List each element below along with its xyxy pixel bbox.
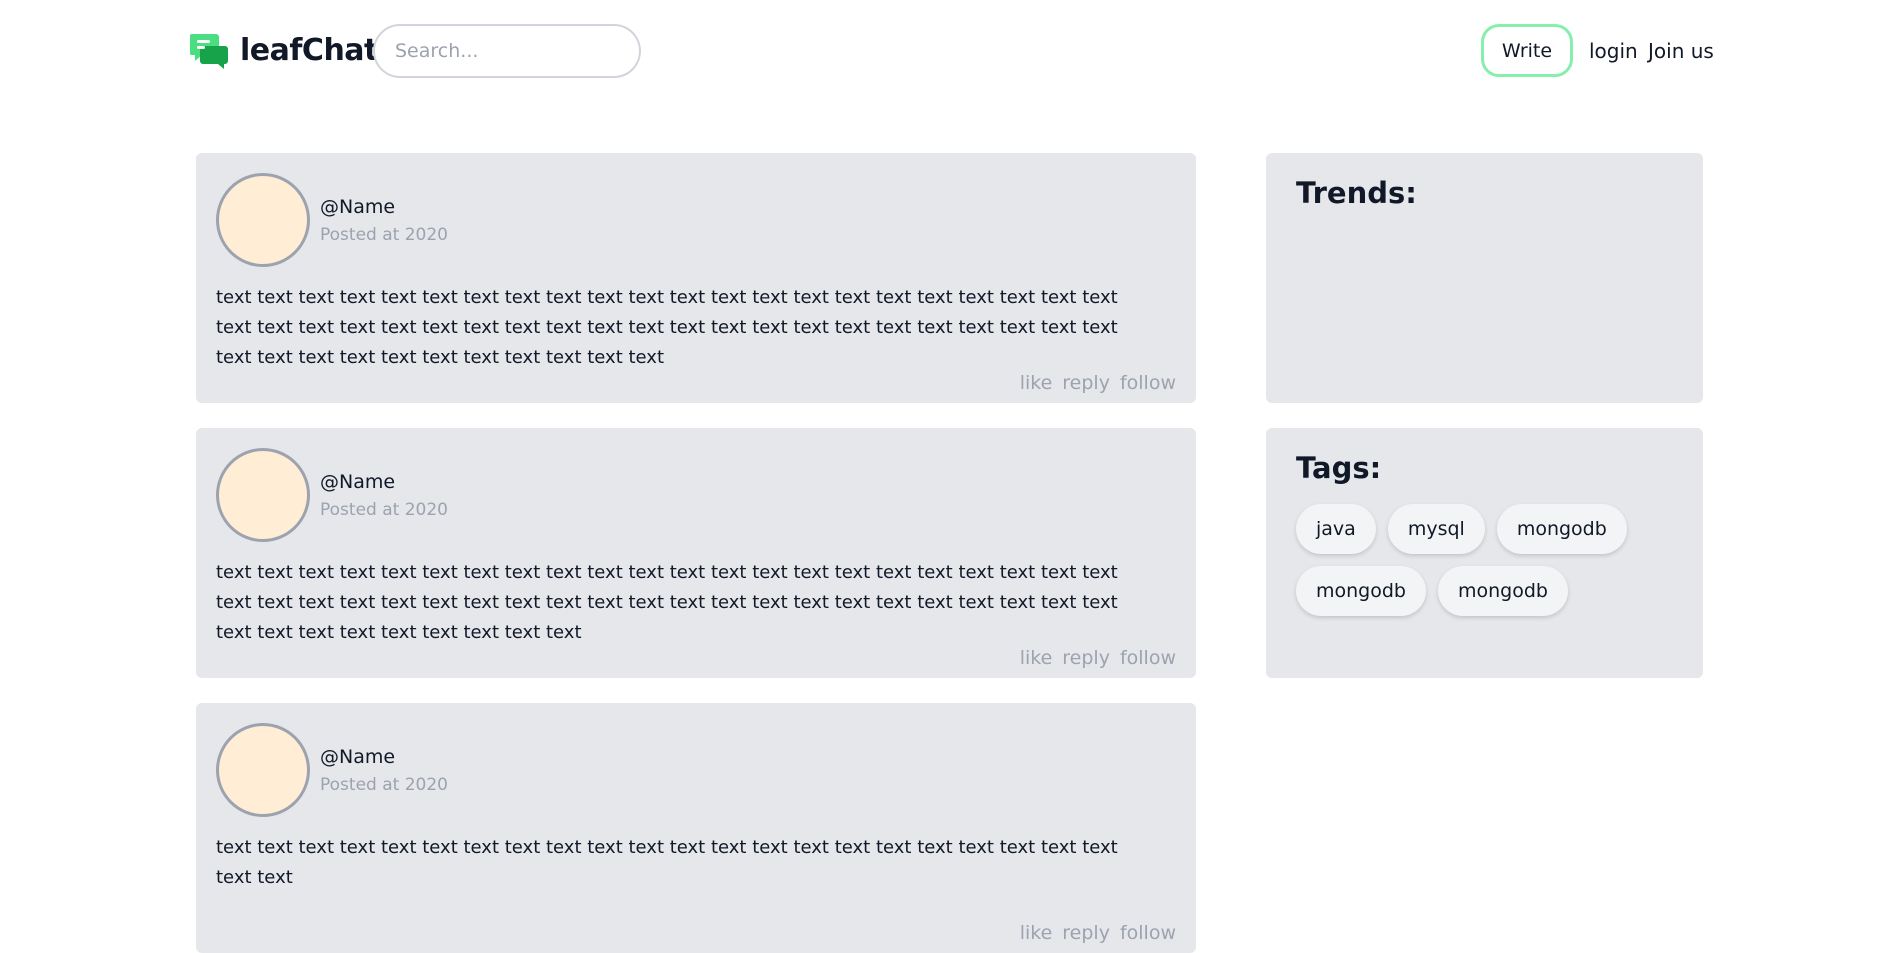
post-body: text text text text text text text text … — [216, 562, 1118, 643]
brand-name[interactable]: leafChat — [240, 31, 378, 71]
chat-bubbles-icon[interactable] — [189, 32, 230, 70]
reply-button[interactable]: reply — [1062, 646, 1110, 670]
post-card: @Name Posted at 2020 text text text text… — [196, 428, 1196, 678]
tag-chip[interactable]: mongodb — [1496, 504, 1627, 554]
write-button[interactable]: Write — [1481, 24, 1573, 77]
login-link[interactable]: login — [1589, 38, 1638, 64]
tag-chip[interactable]: mongodb — [1296, 566, 1426, 616]
post-timestamp: Posted at 2020 — [320, 500, 448, 520]
post-author[interactable]: @Name — [320, 470, 395, 494]
follow-button[interactable]: follow — [1120, 371, 1176, 395]
search-input[interactable] — [373, 24, 641, 78]
like-button[interactable]: like — [1020, 921, 1053, 945]
post-card: @Name Posted at 2020 text text text text… — [196, 153, 1196, 403]
follow-button[interactable]: follow — [1120, 646, 1176, 670]
post-author[interactable]: @Name — [320, 195, 395, 219]
reply-button[interactable]: reply — [1062, 921, 1110, 945]
like-button[interactable]: like — [1020, 371, 1053, 395]
trends-card: Trends: — [1266, 153, 1703, 403]
post-actions: like reply follow — [1020, 646, 1176, 670]
post-body: text text text text text text text text … — [216, 287, 1118, 368]
post-card: @Name Posted at 2020 text text text text… — [196, 703, 1196, 953]
tag-chip[interactable]: mysql — [1387, 504, 1485, 554]
follow-button[interactable]: follow — [1120, 921, 1176, 945]
join-us-link[interactable]: Join us — [1648, 38, 1714, 64]
avatar[interactable] — [216, 723, 310, 817]
avatar[interactable] — [216, 173, 310, 267]
tag-chip[interactable]: mongodb — [1437, 566, 1568, 616]
reply-button[interactable]: reply — [1062, 371, 1110, 395]
tags-card: Tags: java mysql mongodb mongodb mongodb — [1266, 428, 1703, 678]
post-body: text text text text text text text text … — [216, 837, 1118, 888]
post-actions: like reply follow — [1020, 371, 1176, 395]
post-author[interactable]: @Name — [320, 745, 395, 769]
avatar[interactable] — [216, 448, 310, 542]
tag-list: java mysql mongodb mongodb mongodb — [1296, 504, 1686, 616]
post-actions: like reply follow — [1020, 921, 1176, 945]
post-timestamp: Posted at 2020 — [320, 225, 448, 245]
top-navbar: leafChat Write login Join us — [0, 0, 1901, 104]
post-timestamp: Posted at 2020 — [320, 775, 448, 795]
tag-chip[interactable]: java — [1296, 504, 1376, 554]
tags-title: Tags: — [1296, 451, 1382, 485]
trends-title: Trends: — [1296, 176, 1417, 210]
like-button[interactable]: like — [1020, 646, 1053, 670]
